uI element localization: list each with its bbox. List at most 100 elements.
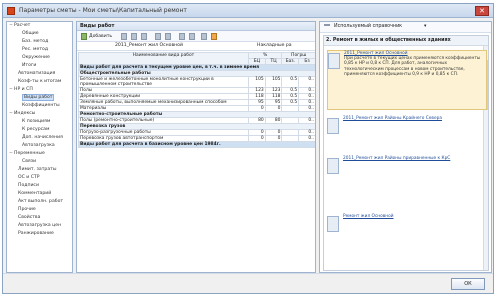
tree-item[interactable]: Коэф-ты к итогам: [7, 78, 72, 86]
move-up-icon[interactable]: [155, 33, 161, 40]
tree-item-label: Расчет: [14, 23, 31, 28]
panel-header: Виды работ: [77, 22, 315, 31]
tree-item[interactable]: Окружение: [7, 54, 72, 62]
title-bar: Параметры сметы - Мои сметы\Капитальный …: [3, 4, 493, 18]
tree-item[interactable]: Связи: [7, 158, 72, 166]
reference-link[interactable]: 2011_Ремонт жил Районы приравненные к Кр…: [343, 156, 487, 161]
collapse-icon[interactable]: [189, 33, 195, 40]
section-header: Виды работ для расчета в базисном уровне…: [78, 141, 315, 148]
table-row[interactable]: Земляные работы, выполняемые механизиров…: [78, 99, 315, 106]
tree-item-label: К ресурсам: [22, 127, 50, 132]
ok-button[interactable]: ОК: [451, 278, 485, 290]
reference-dropdown[interactable]: Используемый справочник: [334, 24, 402, 29]
document-icon: [327, 118, 339, 134]
tree-item[interactable]: Лимит. затраты: [7, 166, 72, 174]
tree-item-label: Коэффициенты: [22, 103, 60, 108]
tree-item-label: Комментарий: [18, 191, 52, 196]
tree-item-label: НР и СП: [14, 87, 33, 92]
reference-item[interactable]: 2011_Ремонт жил Основной При расчете в те…: [327, 50, 487, 110]
work-types-table: Наименование вида работ % Погрш БЦ ТЦ Ба…: [78, 52, 315, 148]
document-icon: [327, 216, 339, 232]
copy-icon[interactable]: [141, 33, 147, 40]
reference-link[interactable]: 2011_Ремонт жил Районы Крайнего Севера: [343, 116, 487, 121]
col-name: Наименование вида работ: [78, 52, 249, 65]
settings-tree[interactable]: −Расчет Общие Баз. метод Рес. метод Окружени…: [6, 21, 73, 273]
delete-icon[interactable]: [121, 33, 127, 40]
reference-text: Ремонт жил Основной: [343, 214, 487, 219]
row-name: Земляные работы, выполняемые механизиров…: [78, 99, 249, 106]
tree-item[interactable]: Автоматизация: [7, 70, 72, 78]
row-name: Бетонные и железобетонные монолитные кон…: [78, 76, 249, 88]
dialog-footer: ОК: [3, 273, 493, 293]
cell-b[interactable]: 0..: [298, 76, 315, 88]
tree-item[interactable]: Автозагрузка: [7, 142, 72, 150]
tree-item-label: Автозагрузка: [22, 143, 55, 148]
overhead-header: Накладные ра: [257, 43, 292, 48]
reference-panel: Используемый справочник ▾ 2. Ремонт в жи…: [319, 21, 492, 273]
toolbar: Добавить: [77, 31, 315, 42]
reference-icon[interactable]: [211, 33, 217, 40]
tree-item[interactable]: Итоги: [7, 62, 72, 70]
close-button[interactable]: ✕: [475, 6, 489, 16]
cell-bu[interactable]: 105: [247, 76, 266, 88]
tree-item-label: Рес. метод: [22, 47, 48, 52]
reference-book-icon: [324, 24, 330, 26]
window-title: Параметры сметы - Мои сметы\Капитальный …: [19, 7, 187, 14]
tree-item[interactable]: ОС и СТР: [7, 174, 72, 182]
cell-tc[interactable]: 105: [264, 76, 283, 88]
table-row[interactable]: Виды работ для расчета в базисном уровне…: [78, 141, 315, 148]
tree-item[interactable]: Общие: [7, 30, 72, 38]
tree-item[interactable]: К ресурсам: [7, 126, 72, 134]
tree-item-label: Доп. начисления: [22, 135, 63, 140]
tree-item[interactable]: Подписи: [7, 182, 72, 190]
tree-item[interactable]: Свойства: [7, 214, 72, 222]
reference-link[interactable]: Ремонт жил Основной: [343, 214, 487, 219]
tree-item-label: Свойства: [18, 215, 41, 220]
tree-item[interactable]: Акт выполн. работ: [7, 198, 72, 206]
profile-name[interactable]: 2011_Ремонт жил Основной: [115, 43, 183, 48]
tree-item[interactable]: Доп. начисления: [7, 134, 72, 142]
reference-text: 2011_Ремонт жил Районы Крайнего Севера: [343, 116, 487, 121]
add-icon[interactable]: [81, 33, 87, 40]
tree-item-label: Итоги: [22, 63, 37, 68]
reference-list: 2. Ремонт в жилых и общественных зданиях…: [323, 35, 489, 271]
reference-item[interactable]: 2011_Ремонт жил Районы приравненные к Кр…: [327, 156, 487, 178]
tree-item-label: Автозагрузка цен: [18, 223, 62, 228]
tree-item[interactable]: −Расчет: [7, 22, 72, 30]
move-down-icon[interactable]: [165, 33, 171, 40]
reference-description: При расчете в текущих ценах применяются …: [344, 56, 481, 77]
chevron-down-icon[interactable]: ▾: [424, 24, 426, 29]
filter-icon[interactable]: [201, 33, 207, 40]
tree-item[interactable]: Рес. метод: [7, 46, 72, 54]
reference-item[interactable]: Ремонт жил Основной: [327, 214, 487, 236]
app-icon: [7, 7, 15, 15]
document-icon: [327, 158, 339, 174]
tree-item[interactable]: −Индексы: [7, 110, 72, 118]
table-row[interactable]: Бетонные и железобетонные монолитные кон…: [78, 76, 315, 88]
tree-item[interactable]: Виды работ: [7, 94, 72, 102]
tree-item-label: Баз. метод: [22, 39, 49, 44]
reference-text: 2011_Ремонт жил Основной При расчете в те…: [344, 51, 488, 77]
tree-item[interactable]: К позициям: [7, 118, 72, 126]
tree-item[interactable]: Ранжирование: [7, 230, 72, 238]
tree-item-label: Подписи: [18, 183, 39, 188]
add-button[interactable]: Добавить: [89, 33, 112, 40]
tree-item[interactable]: −НР и СП: [7, 86, 72, 94]
expand-icon[interactable]: [179, 33, 185, 40]
tree-item[interactable]: −Переменные: [7, 150, 72, 158]
tree-item-label: Ранжирование: [18, 231, 54, 236]
cell-base[interactable]: 0.5: [281, 76, 300, 88]
profile-bar: 2011_Ремонт жил Основной Накладные ра: [77, 42, 315, 51]
tree-item[interactable]: Баз. метод: [7, 38, 72, 46]
tree-item[interactable]: Прочие: [7, 206, 72, 214]
tree-item-label: ОС и СТР: [18, 175, 40, 180]
edit-icon[interactable]: [131, 33, 137, 40]
tree-item-label: Прочие: [18, 207, 36, 212]
tree-item[interactable]: Комментарий: [7, 190, 72, 198]
tree-item-label: Лимит. затраты: [18, 167, 57, 172]
tree-item-label: Переменные: [14, 151, 45, 156]
tree-item[interactable]: Коэффициенты: [7, 102, 72, 110]
reference-item[interactable]: 2011_Ремонт жил Районы Крайнего Севера: [327, 116, 487, 138]
tree-item[interactable]: Автозагрузка цен: [7, 222, 72, 230]
tree-item-label: Виды работ: [22, 94, 55, 101]
